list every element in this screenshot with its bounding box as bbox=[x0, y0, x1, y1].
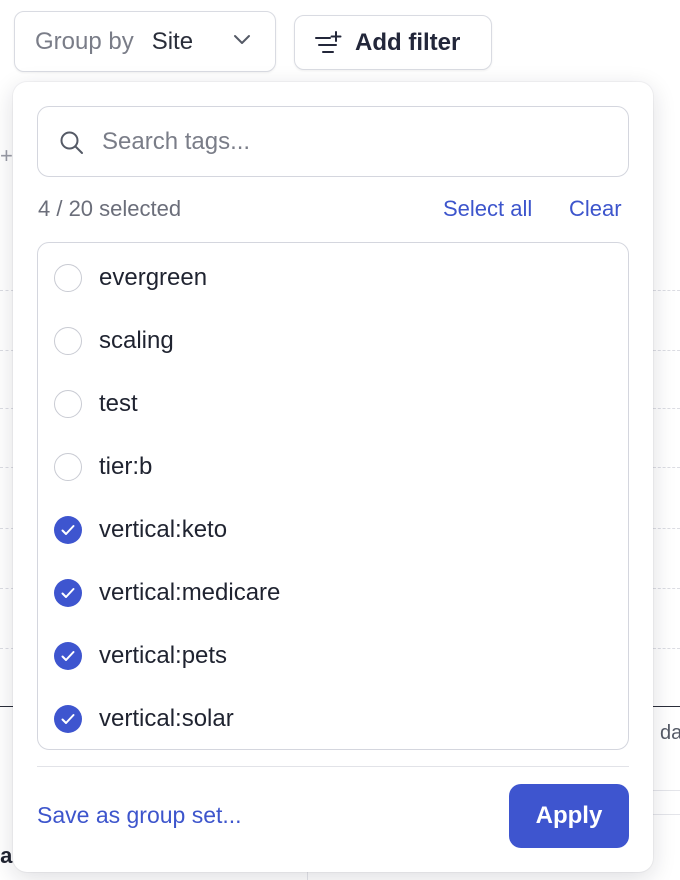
background-gridline bbox=[653, 290, 680, 291]
checkmark-circle-icon bbox=[54, 641, 82, 670]
background-divider bbox=[653, 790, 680, 791]
checkmark-circle-icon bbox=[54, 515, 82, 544]
background-divider bbox=[653, 814, 680, 815]
tag-option-test[interactable]: test bbox=[38, 372, 628, 435]
background-gridline bbox=[653, 350, 680, 351]
add-filter-button[interactable]: Add filter bbox=[294, 15, 492, 70]
search-icon bbox=[60, 131, 83, 154]
background-gridline bbox=[0, 467, 14, 468]
background-gridline bbox=[0, 528, 14, 529]
checkmark-circle-icon bbox=[54, 704, 82, 733]
add-filter-label: Add filter bbox=[355, 28, 461, 56]
background-gridline bbox=[653, 467, 680, 468]
unchecked-circle-icon bbox=[54, 326, 82, 355]
tag-label: vertical:pets bbox=[99, 641, 228, 669]
background-fragment-text: da bbox=[660, 722, 680, 744]
select-all-link[interactable]: Select all bbox=[443, 196, 532, 222]
group-by-label: Group by bbox=[35, 27, 134, 55]
background-column-divider bbox=[307, 872, 308, 880]
tag-label: vertical:keto bbox=[99, 515, 228, 543]
background-gridline bbox=[653, 408, 680, 409]
background-axis-line bbox=[653, 706, 680, 707]
tag-label: test bbox=[99, 389, 138, 417]
tag-option-evergreen[interactable]: evergreen bbox=[38, 246, 628, 309]
checkmark-circle-icon bbox=[54, 578, 82, 607]
footer-divider bbox=[37, 766, 629, 767]
tag-option-vertical-keto[interactable]: vertical:keto bbox=[38, 498, 628, 561]
background-gridline bbox=[653, 648, 680, 649]
tag-option-scaling[interactable]: scaling bbox=[38, 309, 628, 372]
background-gridline bbox=[653, 528, 680, 529]
unchecked-circle-icon bbox=[54, 263, 82, 292]
background-axis-line bbox=[0, 706, 14, 707]
background-plus-tick: + bbox=[0, 143, 13, 168]
save-as-group-set-link[interactable]: Save as group set... bbox=[37, 802, 242, 829]
background-fragment-heading: la bbox=[0, 843, 13, 868]
tag-filter-popover: 4 / 20 selected Select all Clear evergre… bbox=[13, 82, 653, 872]
tag-label: scaling bbox=[99, 326, 174, 354]
background-gridline bbox=[0, 648, 14, 649]
unchecked-circle-icon bbox=[54, 389, 82, 418]
background-gridline bbox=[653, 588, 680, 589]
background-gridline bbox=[0, 350, 14, 351]
search-tags-input[interactable] bbox=[102, 119, 612, 165]
background-gridline bbox=[0, 588, 14, 589]
tag-label: tier:b bbox=[99, 452, 153, 480]
group-by-dropdown[interactable]: Group by Site bbox=[14, 11, 276, 72]
tag-option-vertical-solar[interactable]: vertical:solar bbox=[38, 687, 628, 749]
filter-add-icon bbox=[315, 30, 342, 53]
tag-label: vertical:solar bbox=[99, 704, 234, 732]
tag-option-vertical-medicare[interactable]: vertical:medicare bbox=[38, 561, 628, 624]
selected-count: 4 / 20 selected bbox=[38, 196, 182, 221]
unchecked-circle-icon bbox=[54, 452, 82, 481]
tag-option-tier-b[interactable]: tier:b bbox=[38, 435, 628, 498]
tag-label: evergreen bbox=[99, 263, 208, 291]
chevron-down-icon bbox=[234, 35, 250, 44]
group-by-value: Site bbox=[151, 27, 194, 55]
tag-label: vertical:medicare bbox=[99, 578, 281, 606]
background-gridline bbox=[0, 290, 14, 291]
clear-link[interactable]: Clear bbox=[569, 196, 622, 222]
app-stage: + da la Group by Site bbox=[0, 0, 680, 880]
tag-list: evergreen scaling test tier:b vertical:k… bbox=[37, 242, 629, 750]
tag-option-vertical-pets[interactable]: vertical:pets bbox=[38, 624, 628, 687]
search-field bbox=[37, 106, 629, 177]
background-gridline bbox=[0, 408, 14, 409]
apply-button[interactable]: Apply bbox=[509, 784, 629, 848]
